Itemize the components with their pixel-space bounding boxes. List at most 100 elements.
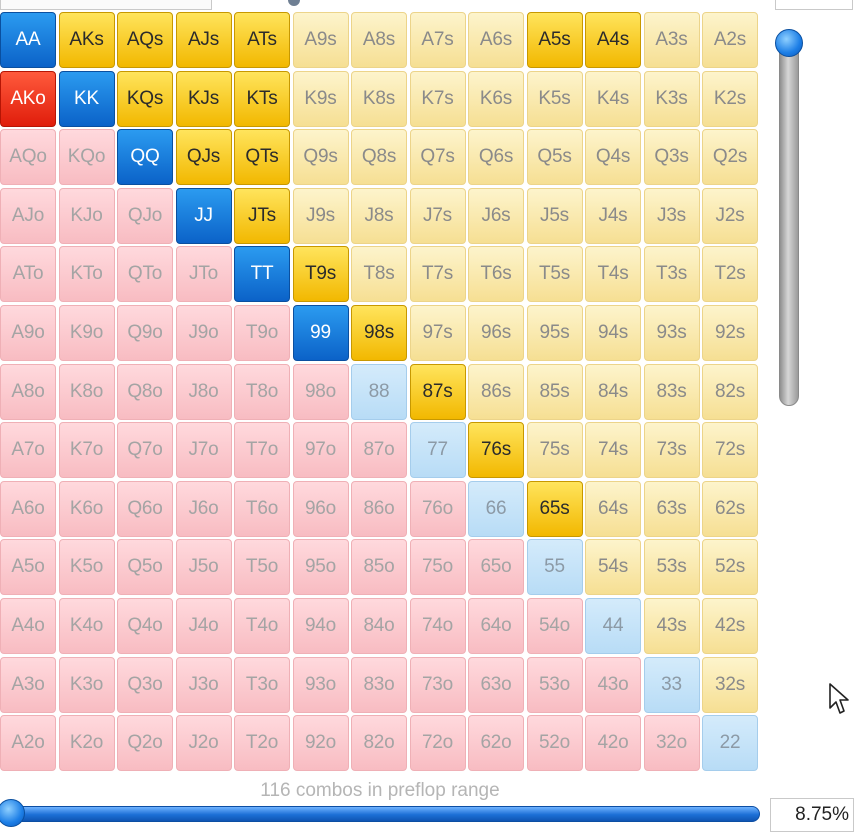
hand-cell-aqs[interactable]: AQs: [117, 12, 173, 68]
hand-cell-t4s[interactable]: T4s: [585, 246, 641, 303]
hand-cell-95s[interactable]: 95s: [526, 304, 583, 361]
hand-cell-q5s[interactable]: Q5s: [526, 129, 583, 186]
hand-cell-j8s[interactable]: J8s: [351, 187, 407, 244]
hand-cell-22[interactable]: 22: [702, 715, 758, 772]
hand-cell-95o[interactable]: 95o: [292, 539, 349, 596]
hand-cell-96o[interactable]: 96o: [292, 480, 349, 537]
hand-cell-a9o[interactable]: A9o: [0, 304, 56, 361]
hand-cell-k7o[interactable]: K7o: [58, 422, 115, 479]
hand-cell-k6o[interactable]: K6o: [58, 480, 115, 537]
hand-cell-66[interactable]: 66: [468, 480, 524, 537]
hand-cell-aa[interactable]: AA: [0, 12, 56, 68]
hand-cell-jto[interactable]: JTo: [175, 246, 232, 303]
hand-cell-t7s[interactable]: T7s: [409, 246, 466, 303]
hand-cell-k5s[interactable]: K5s: [526, 70, 583, 127]
hand-cell-j2s[interactable]: J2s: [702, 187, 758, 244]
hand-cell-65o[interactable]: 65o: [468, 539, 524, 596]
hand-cell-76o[interactable]: 76o: [409, 480, 466, 537]
hand-cell-q7s[interactable]: Q7s: [409, 129, 466, 186]
hand-cell-a7s[interactable]: A7s: [409, 12, 466, 68]
hand-cell-j8o[interactable]: J8o: [175, 363, 232, 420]
hand-cell-32o[interactable]: 32o: [643, 715, 700, 772]
hand-cell-t5s[interactable]: T5s: [526, 246, 583, 303]
hand-cell-87o[interactable]: 87o: [351, 422, 407, 479]
hand-cell-32s[interactable]: 32s: [702, 656, 758, 713]
hand-cell-ajo[interactable]: AJo: [0, 187, 56, 244]
hand-cell-k4s[interactable]: K4s: [585, 70, 641, 127]
hand-cell-j4s[interactable]: J4s: [585, 187, 641, 244]
hand-cell-42o[interactable]: 42o: [585, 715, 641, 772]
hand-cell-98o[interactable]: 98o: [292, 363, 349, 420]
hand-cell-q9s[interactable]: Q9s: [292, 129, 349, 186]
hand-cell-a9s[interactable]: A9s: [292, 12, 349, 68]
hand-cell-54o[interactable]: 54o: [526, 597, 583, 654]
hand-cell-t6o[interactable]: T6o: [234, 480, 290, 537]
hand-cell-kjs[interactable]: KJs: [175, 70, 232, 127]
hand-cell-aqo[interactable]: AQo: [0, 129, 56, 186]
hand-cell-qto[interactable]: QTo: [117, 246, 173, 303]
hand-cell-a3o[interactable]: A3o: [0, 656, 56, 713]
hand-cell-j2o[interactable]: J2o: [175, 715, 232, 772]
hand-cell-62s[interactable]: 62s: [702, 480, 758, 537]
hand-cell-44[interactable]: 44: [585, 597, 641, 654]
hand-cell-jts[interactable]: JTs: [234, 187, 290, 244]
hand-cell-a6s[interactable]: A6s: [468, 12, 524, 68]
hand-cell-76s[interactable]: 76s: [468, 422, 524, 479]
hand-cell-94s[interactable]: 94s: [585, 304, 641, 361]
hand-cell-kqo[interactable]: KQo: [58, 129, 115, 186]
hand-cell-83o[interactable]: 83o: [351, 656, 407, 713]
hand-cell-j6o[interactable]: J6o: [175, 480, 232, 537]
hand-cell-87s[interactable]: 87s: [409, 363, 466, 420]
hand-cell-t7o[interactable]: T7o: [234, 422, 290, 479]
hand-cell-q3s[interactable]: Q3s: [643, 129, 700, 186]
hand-cell-85s[interactable]: 85s: [526, 363, 583, 420]
hand-cell-t4o[interactable]: T4o: [234, 597, 290, 654]
hand-cell-k3o[interactable]: K3o: [58, 656, 115, 713]
hand-cell-75o[interactable]: 75o: [409, 539, 466, 596]
hand-cell-q8o[interactable]: Q8o: [117, 363, 173, 420]
hand-cell-63o[interactable]: 63o: [468, 656, 524, 713]
hand-cell-63s[interactable]: 63s: [643, 480, 700, 537]
hand-cell-64o[interactable]: 64o: [468, 597, 524, 654]
hand-cell-t2o[interactable]: T2o: [234, 715, 290, 772]
hand-cell-92o[interactable]: 92o: [292, 715, 349, 772]
hand-cell-t6s[interactable]: T6s: [468, 246, 524, 303]
hand-cell-a4o[interactable]: A4o: [0, 597, 56, 654]
hand-cell-j3o[interactable]: J3o: [175, 656, 232, 713]
hand-cell-a8s[interactable]: A8s: [351, 12, 407, 68]
hand-cell-k9o[interactable]: K9o: [58, 304, 115, 361]
hand-cell-qts[interactable]: QTs: [234, 129, 290, 186]
range-dropdown[interactable]: [0, 0, 212, 10]
hand-cell-93s[interactable]: 93s: [643, 304, 700, 361]
range-percent-slider-track[interactable]: [4, 806, 760, 822]
hand-cell-62o[interactable]: 62o: [468, 715, 524, 772]
range-percent-slider-knob[interactable]: [0, 799, 25, 827]
hand-cell-73o[interactable]: 73o: [409, 656, 466, 713]
hand-cell-q6o[interactable]: Q6o: [117, 480, 173, 537]
hand-cell-q8s[interactable]: Q8s: [351, 129, 407, 186]
hand-cell-k8o[interactable]: K8o: [58, 363, 115, 420]
hand-cell-43o[interactable]: 43o: [585, 656, 641, 713]
hand-cell-53s[interactable]: 53s: [643, 539, 700, 596]
hand-cell-t9o[interactable]: T9o: [234, 304, 290, 361]
hand-cell-a5s[interactable]: A5s: [526, 12, 583, 68]
hand-cell-84o[interactable]: 84o: [351, 597, 407, 654]
hand-cell-j7o[interactable]: J7o: [175, 422, 232, 479]
hand-cell-ako[interactable]: AKo: [0, 70, 56, 127]
hand-cell-a3s[interactable]: A3s: [643, 12, 700, 68]
hand-cell-97s[interactable]: 97s: [409, 304, 466, 361]
hand-cell-43s[interactable]: 43s: [643, 597, 700, 654]
hand-cell-qjs[interactable]: QJs: [175, 129, 232, 186]
hand-cell-a8o[interactable]: A8o: [0, 363, 56, 420]
hand-cell-93o[interactable]: 93o: [292, 656, 349, 713]
hand-cell-t5o[interactable]: T5o: [234, 539, 290, 596]
hand-cell-q5o[interactable]: Q5o: [117, 539, 173, 596]
hand-cell-a2o[interactable]: A2o: [0, 715, 56, 772]
hand-cell-33[interactable]: 33: [643, 656, 700, 713]
hand-cell-t9s[interactable]: T9s: [292, 246, 349, 303]
hand-cell-ajs[interactable]: AJs: [175, 12, 232, 68]
hand-cell-86s[interactable]: 86s: [468, 363, 524, 420]
hand-cell-j9o[interactable]: J9o: [175, 304, 232, 361]
hand-cell-t3o[interactable]: T3o: [234, 656, 290, 713]
hand-cell-99[interactable]: 99: [292, 304, 349, 361]
